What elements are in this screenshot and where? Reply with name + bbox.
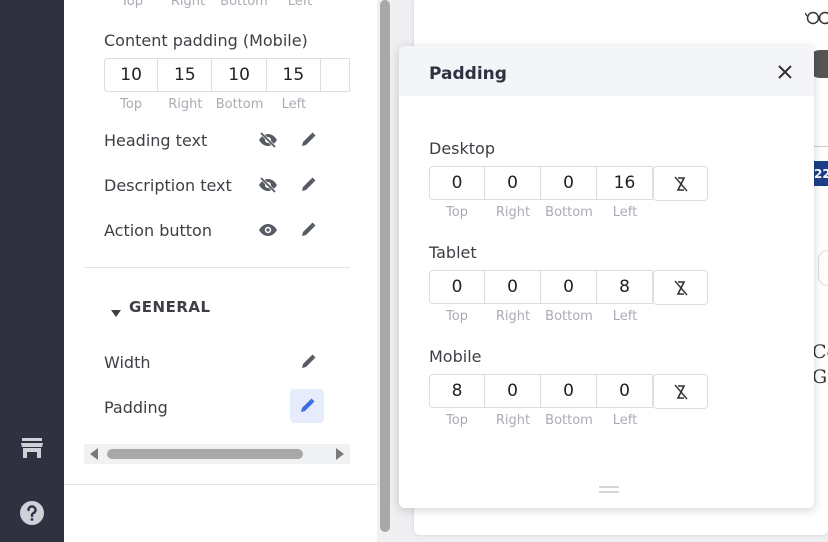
scroll-left-arrow-icon[interactable]	[90, 448, 98, 460]
sublabel-right: Right	[495, 205, 531, 220]
sublabel-top: Top	[446, 205, 468, 220]
padding-top-input[interactable]: 10	[104, 58, 159, 92]
sublabel-bottom: Bottom	[545, 309, 593, 324]
eye-icon[interactable]	[257, 219, 279, 241]
vertical-scroll-thumb[interactable]	[380, 0, 390, 532]
padding-popup: Padding Desktop 0 Top 0 Right 0 Bottom 16 Le…	[399, 46, 814, 508]
vertical-scrollbar[interactable]	[377, 0, 394, 542]
preview-text-line-2: Gr	[812, 366, 828, 388]
padding-left-input[interactable]: 15	[266, 58, 321, 92]
section-divider	[84, 267, 350, 268]
mobile-padding-inputs: 8 Top 0 Right 0 Bottom 0 Left	[429, 374, 653, 428]
sublabel-top: Top	[121, 0, 143, 9]
sublabel-left: Left	[281, 97, 307, 112]
tablet-right-input[interactable]: 0	[485, 270, 541, 304]
padding-label: Padding	[104, 398, 168, 417]
sublabel-top: Top	[120, 97, 143, 112]
pencil-icon	[299, 398, 315, 414]
mobile-link-button[interactable]	[653, 374, 708, 409]
desktop-bottom-input[interactable]: 0	[541, 166, 597, 200]
sublabel-right: Right	[495, 413, 531, 428]
unlink-icon	[673, 175, 689, 193]
tablet-bottom-input[interactable]: 0	[541, 270, 597, 304]
pencil-icon[interactable]	[297, 219, 319, 241]
previous-padding-sublabels: Top Right Bottom Left	[104, 0, 328, 9]
sublabel-bottom: Bottom	[545, 205, 593, 220]
tablet-label: Tablet	[429, 243, 477, 262]
sublabel-bottom: Bottom	[545, 413, 593, 428]
unlink-icon	[673, 279, 689, 297]
sublabel-left: Left	[612, 205, 638, 220]
collapse-caret-icon[interactable]	[111, 303, 121, 322]
popup-title: Padding	[429, 64, 507, 84]
pencil-icon[interactable]	[297, 174, 319, 196]
pencil-icon[interactable]	[297, 129, 319, 151]
padding-bottom-input[interactable]: 10	[212, 58, 267, 92]
help-icon[interactable]	[18, 499, 46, 527]
sublabel-right: Right	[168, 97, 203, 112]
horizontal-scrollbar[interactable]	[84, 444, 350, 464]
sublabel-left: Left	[612, 413, 638, 428]
action-button-label: Action button	[104, 221, 212, 240]
mobile-top-input[interactable]: 8	[429, 374, 485, 408]
unlink-icon	[673, 383, 689, 401]
horizontal-scroll-thumb[interactable]	[107, 449, 303, 459]
tablet-left-input[interactable]: 8	[597, 270, 653, 304]
content-padding-mobile-inputs: 10 Top 15 Right 10 Bottom 15 Left	[104, 58, 350, 112]
mobile-right-input[interactable]: 0	[485, 374, 541, 408]
preview-line	[812, 146, 828, 147]
panel-divider	[64, 484, 377, 485]
content-padding-mobile-label: Content padding (Mobile)	[104, 31, 308, 50]
sublabel-top: Top	[446, 413, 468, 428]
settings-panel: Top Right Bottom Left Content padding (M…	[64, 0, 377, 542]
left-rail	[0, 0, 64, 542]
mobile-left-input[interactable]: 0	[597, 374, 653, 408]
popup-header: Padding	[399, 46, 814, 96]
glasses-icon	[804, 8, 828, 30]
tablet-padding-inputs: 0 Top 0 Right 0 Bottom 8 Left	[429, 270, 653, 324]
desktop-link-button[interactable]	[653, 166, 708, 201]
heading-text-label: Heading text	[104, 131, 208, 150]
tablet-top-input[interactable]: 0	[429, 270, 485, 304]
desktop-left-input[interactable]: 16	[597, 166, 653, 200]
preview-badge: 22	[812, 161, 828, 186]
padding-edit-button[interactable]	[290, 389, 324, 423]
sublabel-bottom: Bottom	[220, 0, 268, 9]
desktop-right-input[interactable]: 0	[485, 166, 541, 200]
eye-off-icon[interactable]	[257, 129, 279, 151]
eye-off-icon[interactable]	[257, 174, 279, 196]
scroll-right-arrow-icon[interactable]	[336, 448, 344, 460]
sublabel-left: Left	[612, 309, 638, 324]
mobile-bottom-input[interactable]: 0	[541, 374, 597, 408]
desktop-padding-inputs: 0 Top 0 Right 0 Bottom 16 Left	[429, 166, 653, 220]
resize-grip-icon[interactable]	[599, 486, 619, 493]
desktop-top-input[interactable]: 0	[429, 166, 485, 200]
width-label: Width	[104, 353, 151, 372]
tablet-link-button[interactable]	[653, 270, 708, 305]
mobile-label: Mobile	[429, 347, 482, 366]
description-text-label: Description text	[104, 176, 232, 195]
sublabel-top: Top	[446, 309, 468, 324]
sublabel-bottom: Bottom	[215, 97, 264, 112]
sublabel-right: Right	[170, 0, 206, 9]
sublabel-left: Left	[287, 0, 313, 9]
pencil-icon[interactable]	[297, 351, 319, 373]
preview-circle-button	[818, 250, 828, 286]
desktop-label: Desktop	[429, 139, 495, 158]
close-icon[interactable]	[773, 60, 797, 84]
padding-link-button[interactable]	[320, 58, 350, 92]
general-section-title[interactable]: GENERAL	[129, 298, 211, 316]
padding-right-input[interactable]: 15	[158, 58, 213, 92]
store-icon[interactable]	[18, 434, 46, 462]
preview-text-line-1: Co	[812, 341, 828, 363]
sublabel-right: Right	[495, 309, 531, 324]
